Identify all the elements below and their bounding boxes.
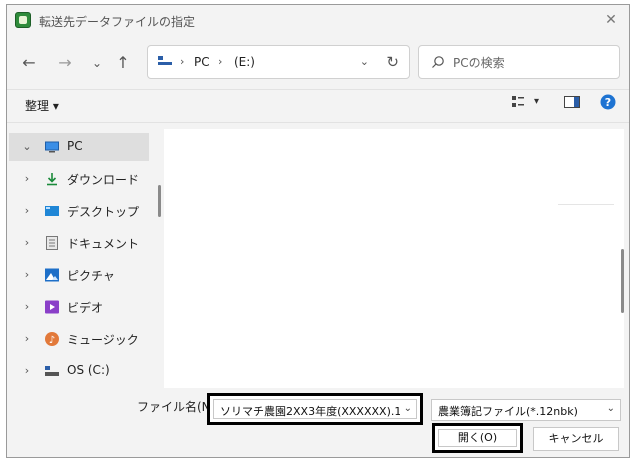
nav-item-pictures[interactable]: › ピクチャ: [9, 261, 149, 289]
file-list-scrollbar[interactable]: [621, 249, 624, 313]
desktop-icon: [45, 206, 59, 216]
search-box[interactable]: [418, 45, 620, 79]
video-icon: [45, 300, 59, 314]
drive-icon: [45, 366, 59, 376]
nav-item-label: ダウンロード: [67, 173, 140, 187]
svg-text:♪: ♪: [49, 335, 55, 346]
back-button[interactable]: ←: [17, 51, 41, 75]
command-bar-divider: [7, 122, 629, 123]
nav-item-label: デスクトップ: [67, 205, 140, 219]
file-list-divider: [558, 204, 614, 205]
nav-item-label: ピクチャ: [67, 269, 115, 283]
file-type-select[interactable]: 農業簿記ファイル(*.12nbk) ⌄: [431, 399, 621, 421]
organize-button[interactable]: 整理 ▾: [25, 97, 59, 114]
nav-item-label: OS (C:): [67, 363, 110, 377]
chevron-right-icon[interactable]: ›: [21, 332, 33, 345]
chevron-down-icon[interactable]: ⌄: [21, 140, 33, 153]
nav-item-desktop[interactable]: › デスクトップ: [9, 197, 149, 225]
dialog-title: 転送先データファイルの指定: [39, 15, 196, 29]
address-dropdown-icon[interactable]: ⌄: [360, 55, 369, 68]
preview-pane-icon[interactable]: [564, 96, 580, 108]
chevron-down-icon[interactable]: ⌄: [607, 403, 615, 414]
view-options-dropdown-icon[interactable]: ▾: [534, 96, 539, 107]
chevron-right-icon[interactable]: ›: [21, 236, 33, 249]
nav-item-music[interactable]: › ♪ ミュージック: [9, 325, 149, 353]
music-icon: ♪: [45, 332, 59, 346]
svg-text:?: ?: [605, 96, 611, 109]
chevron-right-icon[interactable]: ›: [21, 300, 33, 313]
forward-button[interactable]: →: [53, 51, 77, 75]
breadcrumb-chevron: ›: [218, 55, 223, 68]
close-button[interactable]: ✕: [601, 11, 621, 29]
open-button-highlight: 開く(O): [432, 423, 523, 453]
cancel-button[interactable]: キャンセル: [533, 427, 619, 451]
search-icon: [432, 56, 444, 68]
recent-locations-button[interactable]: ⌄: [85, 51, 109, 75]
file-name-input[interactable]: [218, 402, 402, 420]
nav-item-pc[interactable]: ⌄ PC: [9, 133, 149, 161]
chevron-right-icon[interactable]: ›: [21, 204, 33, 217]
address-bar[interactable]: › PC › (E:) ⌄ ↻: [147, 45, 410, 79]
breadcrumb-drive-e[interactable]: (E:): [234, 55, 255, 69]
breadcrumb-chevron: ›: [180, 55, 185, 68]
file-type-value: 農業簿記ファイル(*.12nbk): [438, 405, 578, 418]
view-layout-icon[interactable]: [512, 96, 524, 108]
nav-item-documents[interactable]: › ドキュメント: [9, 229, 149, 257]
navigation-pane[interactable]: ⌄ PC › ダウンロード › デスクトップ › ドキュメント › ピクチャ ›…: [9, 130, 157, 388]
title-bar: 転送先データファイルの指定 ✕: [7, 5, 629, 35]
monitor-icon: [45, 141, 59, 153]
up-button[interactable]: ↑: [111, 51, 135, 75]
nav-item-label: ドキュメント: [67, 237, 140, 251]
toolbar-divider: [7, 89, 629, 90]
breadcrumb-pc[interactable]: PC: [194, 55, 210, 69]
file-list-pane[interactable]: [164, 129, 624, 388]
refresh-icon[interactable]: ↻: [386, 53, 399, 71]
nav-item-videos[interactable]: › ビデオ: [9, 293, 149, 321]
file-name-highlight: ⌄: [207, 393, 423, 425]
file-name-combobox[interactable]: ⌄: [213, 399, 417, 420]
app-icon: [15, 12, 31, 28]
nav-item-label: ミュージック: [67, 333, 139, 347]
nav-item-os-drive[interactable]: › OS (C:): [9, 357, 149, 385]
nav-item-label: PC: [67, 139, 83, 153]
download-icon: [47, 173, 57, 186]
chevron-down-icon[interactable]: ⌄: [404, 403, 412, 414]
help-icon[interactable]: ?: [600, 94, 616, 110]
chevron-right-icon[interactable]: ›: [21, 268, 33, 281]
file-open-dialog: 転送先データファイルの指定 ✕ ← → ⌄ ↑ › PC › (E:) ⌄ ↻ …: [6, 4, 630, 458]
chevron-right-icon[interactable]: ›: [21, 364, 33, 377]
chevron-right-icon[interactable]: ›: [21, 172, 33, 185]
picture-icon: [45, 268, 59, 282]
document-icon: [46, 236, 58, 250]
nav-item-downloads[interactable]: › ダウンロード: [9, 165, 149, 193]
nav-pane-scrollbar[interactable]: [158, 185, 161, 217]
nav-item-label: ビデオ: [67, 301, 104, 315]
search-input[interactable]: [451, 52, 615, 74]
open-button[interactable]: 開く(O): [438, 429, 517, 447]
pc-icon: [158, 56, 172, 65]
